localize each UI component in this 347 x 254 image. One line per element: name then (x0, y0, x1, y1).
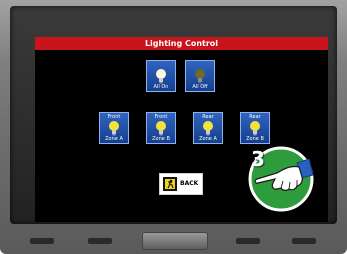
all-off-button[interactable]: All Off (185, 60, 215, 92)
hardware-key-3[interactable] (236, 238, 260, 244)
screen-title: Lighting Control (35, 37, 328, 50)
all-on-button[interactable]: All On (146, 60, 176, 92)
rear-zone-a-label: Zone A (199, 136, 217, 142)
hardware-key-2[interactable] (88, 238, 112, 244)
bulb-on-icon (250, 121, 260, 136)
front-zone-a-label: Zone A (105, 136, 123, 142)
device-panel: Lighting Control All On All Off Front Zo… (0, 0, 347, 254)
hardware-key-4[interactable] (292, 238, 316, 244)
bulb-on-icon (156, 121, 166, 136)
bulb-off-icon (195, 69, 205, 84)
bulb-on-icon (156, 69, 166, 84)
front-zone-b-button[interactable]: Front Zone B (146, 112, 176, 144)
front-zone-b-label: Zone B (152, 136, 170, 142)
step-number: 3 (251, 147, 265, 171)
hardware-key-center[interactable] (142, 232, 208, 250)
rear-zone-a-button[interactable]: Rear Zone A (193, 112, 223, 144)
back-label: BACK (180, 180, 199, 187)
bulb-on-icon (109, 121, 119, 136)
back-button[interactable]: BACK (159, 173, 203, 195)
front-zone-a-button[interactable]: Front Zone A (99, 112, 129, 144)
rear-zone-b-label: Zone B (246, 136, 264, 142)
step-badge: 3 (247, 145, 315, 213)
rear-zone-b-button[interactable]: Rear Zone B (240, 112, 270, 144)
exit-running-man-icon (163, 177, 177, 191)
all-on-label: All On (153, 84, 169, 90)
hardware-key-1[interactable] (30, 238, 54, 244)
hardware-keys (20, 232, 327, 254)
bulb-on-icon (203, 121, 213, 136)
all-off-label: All Off (192, 84, 208, 90)
